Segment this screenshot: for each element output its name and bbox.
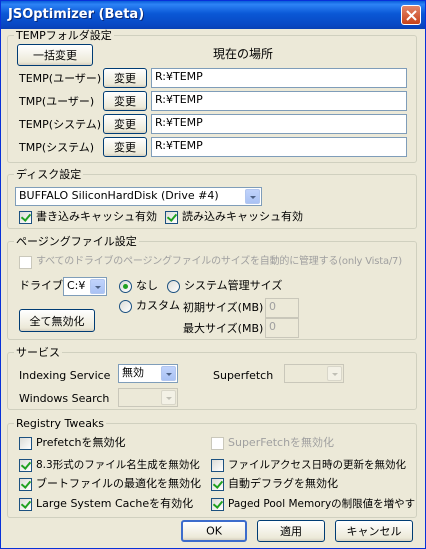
services-group-title: サービス	[14, 346, 62, 359]
read-cache-label: 読み込みキャッシュ有効	[182, 210, 303, 223]
tmp-system-change-button[interactable]: 変更	[103, 137, 147, 157]
tmp-system-label: TMP(システム)	[19, 141, 95, 154]
windows-search-select[interactable]	[118, 388, 178, 407]
short-name-label: 8.3形式のファイル名生成を無効化	[36, 459, 200, 471]
max-size-field[interactable]: 0	[265, 318, 299, 338]
paging-file-group-title: ページングファイル設定	[14, 235, 139, 248]
read-cache-checkbox[interactable]	[165, 211, 178, 224]
superfetch-label: Superfetch	[213, 369, 274, 382]
chevron-down-icon	[245, 189, 260, 204]
system-managed-radio[interactable]	[167, 280, 180, 293]
tmp-system-path-field[interactable]: R:¥TEMP	[151, 137, 407, 157]
registry-tweaks-group-title: Registry Tweaks	[14, 417, 107, 430]
custom-size-label: カスタム	[136, 299, 180, 312]
large-cache-checkbox[interactable]	[19, 498, 32, 511]
close-button[interactable]	[401, 5, 421, 25]
chevron-down-icon	[90, 279, 105, 294]
chevron-down-icon	[161, 390, 176, 405]
paging-none-radio[interactable]	[119, 280, 132, 293]
boot-optimize-checkbox[interactable]	[19, 478, 32, 491]
drive-label: ドライブ:	[19, 279, 67, 292]
chevron-down-icon	[161, 366, 176, 381]
tmp-user-change-button[interactable]: 変更	[103, 91, 147, 111]
windows-search-label: Windows Search	[19, 392, 110, 405]
temp-user-label: TEMP(ユーザー)	[19, 72, 102, 85]
initial-size-label: 初期サイズ(MB)	[183, 301, 264, 314]
bulk-change-button[interactable]: 一括変更	[17, 44, 93, 66]
jsoptimizer-window: JSOptimizer (Beta) TEMPフォルダ設定 一括変更 現在の場所…	[0, 0, 426, 549]
short-name-checkbox[interactable]	[19, 459, 32, 472]
temp-system-path-field[interactable]: R:¥TEMP	[151, 114, 407, 134]
temp-folder-group-title: TEMPフォルダ設定	[14, 29, 114, 42]
last-access-checkbox[interactable]	[211, 459, 224, 472]
paged-pool-checkbox[interactable]	[211, 498, 224, 511]
auto-manage-checkbox[interactable]	[19, 256, 32, 269]
initial-size-field[interactable]: 0	[265, 298, 299, 318]
temp-system-change-button[interactable]: 変更	[103, 114, 147, 134]
title-bar[interactable]: JSOptimizer (Beta)	[1, 1, 425, 29]
paging-none-label: なし	[136, 279, 158, 292]
write-cache-checkbox[interactable]	[19, 211, 32, 224]
auto-defrag-label: 自動デフラグを無効化	[228, 477, 338, 490]
tmp-user-path-field[interactable]: R:¥TEMP	[151, 91, 407, 111]
chevron-down-icon	[327, 366, 342, 381]
close-icon	[406, 10, 417, 21]
disk-select[interactable]: BUFFALO SiliconHardDisk (Drive #4)	[15, 187, 262, 206]
current-location-header: 現在の場所	[213, 47, 274, 61]
apply-button[interactable]: 適用	[257, 520, 325, 542]
indexing-service-label: Indexing Service	[19, 369, 111, 382]
large-cache-label: Large System Cacheを有効化	[36, 497, 194, 510]
prefetch-checkbox[interactable]	[19, 437, 32, 450]
auto-manage-label: すべてのドライブのページングファイルのサイズを自動的に管理する(only Vis…	[36, 256, 402, 267]
tmp-user-label: TMP(ユーザー)	[19, 95, 95, 108]
window-title: JSOptimizer (Beta)	[8, 7, 145, 22]
drive-select[interactable]: C:¥	[63, 277, 107, 296]
superfetch-disable-checkbox[interactable]	[211, 437, 224, 450]
prefetch-label: Prefetchを無効化	[36, 436, 126, 449]
system-managed-label: システム管理サイズ	[184, 279, 283, 292]
temp-user-path-field[interactable]: R:¥TEMP	[151, 68, 407, 88]
max-size-label: 最大サイズ(MB)	[183, 322, 264, 335]
paged-pool-label: Paged Pool Memoryの制限値を増やす	[228, 498, 416, 510]
disable-all-button[interactable]: 全て無効化	[19, 309, 95, 332]
last-access-label: ファイルアクセス日時の更新を無効化	[228, 459, 406, 471]
superfetch-select[interactable]	[284, 364, 344, 383]
disk-settings-group-title: ディスク設定	[14, 168, 84, 181]
temp-system-label: TEMP(システム)	[19, 118, 102, 131]
custom-size-radio[interactable]	[119, 300, 132, 313]
boot-optimize-label: ブートファイルの最適化を無効化	[36, 477, 201, 490]
write-cache-label: 書き込みキャッシュ有効	[36, 210, 157, 223]
indexing-service-select[interactable]: 無効	[118, 364, 178, 383]
cancel-button[interactable]: キャンセル	[335, 520, 413, 542]
superfetch-disable-label: SuperFetchを無効化	[228, 436, 335, 449]
auto-defrag-checkbox[interactable]	[211, 478, 224, 491]
ok-button[interactable]: OK	[181, 520, 247, 542]
temp-user-change-button[interactable]: 変更	[103, 68, 147, 88]
